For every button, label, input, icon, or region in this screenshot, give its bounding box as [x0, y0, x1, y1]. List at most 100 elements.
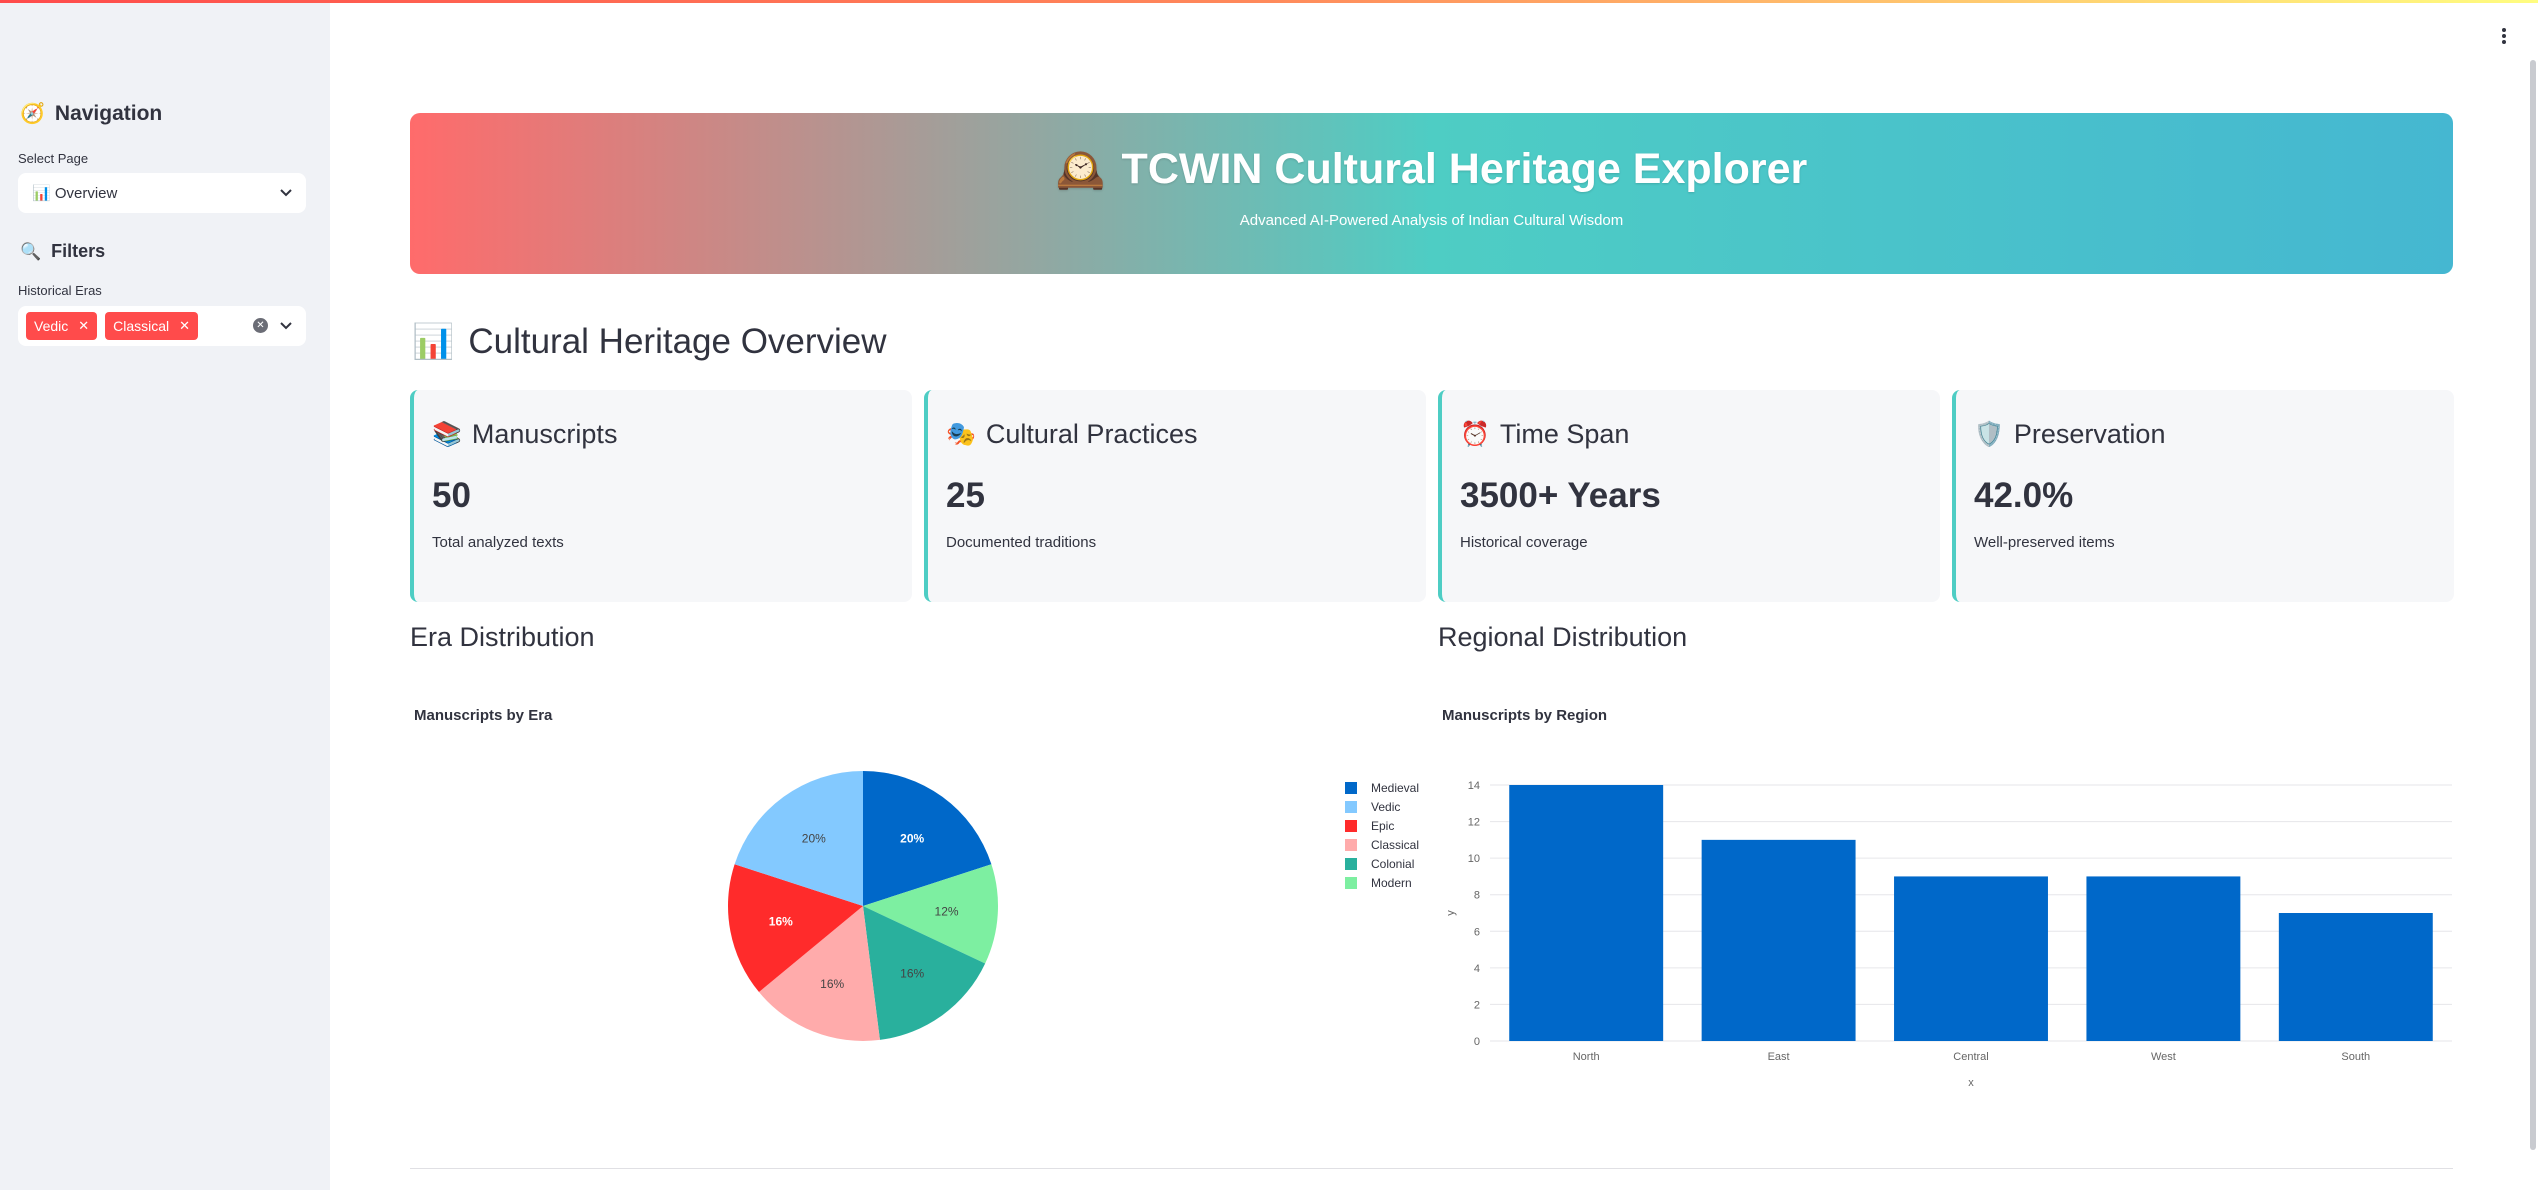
region-bar-chart[interactable]: 0 2 4 6 8 10 12 14 North East Central West South x y	[1430, 770, 2460, 1100]
legend-label: Epic	[1371, 818, 1395, 833]
page-select-value: 📊 Overview	[32, 185, 118, 202]
x-tick-label: North	[1573, 1051, 1600, 1063]
x-tick-label: East	[1768, 1051, 1790, 1063]
bar-chart-title: Manuscripts by Region	[1442, 707, 1608, 724]
metric-card-preservation: 🛡️ Preservation 42.0% Well-preserved item…	[1952, 390, 2454, 602]
pie-slice-label: 16%	[820, 977, 844, 991]
legend-swatch	[1345, 800, 1357, 813]
y-tick-label: 12	[1468, 817, 1480, 829]
sidebar: 🧭 Navigation Select Page 📊 Overview 🔍 Fi…	[0, 3, 330, 1190]
bottom-divider	[410, 1168, 2453, 1169]
pie-slice-label: 20%	[900, 831, 924, 845]
app-subtitle: Advanced AI-Powered Analysis of Indian C…	[1239, 212, 1624, 229]
legend-label: Medieval	[1371, 780, 1420, 795]
era-tag-label: Vedic	[34, 318, 69, 334]
navigation-heading: 🧭 Navigation	[20, 101, 162, 126]
overview-title-text: Cultural Heritage Overview	[468, 322, 887, 361]
y-tick-label: 8	[1474, 890, 1480, 902]
era-tag-vedic[interactable]: Vedic ✕	[26, 312, 98, 340]
y-tick-label: 10	[1468, 853, 1480, 865]
remove-tag-icon[interactable]: ✕	[78, 318, 89, 334]
remove-tag-icon[interactable]: ✕	[179, 318, 190, 334]
metric-title: Time Span	[1499, 418, 1630, 449]
era-tag-classical[interactable]: Classical ✕	[105, 312, 199, 340]
metric-title: Manuscripts	[471, 418, 618, 449]
legend-swatch	[1345, 781, 1357, 794]
bar-west[interactable]	[2086, 876, 2241, 1041]
x-tick-label: West	[2151, 1051, 2176, 1063]
page-select[interactable]: 📊 Overview	[18, 173, 306, 213]
compass-icon: 🧭	[20, 103, 45, 125]
scrollbar[interactable]	[2530, 60, 2536, 1150]
legend-label: Modern	[1371, 875, 1412, 890]
y-tick-label: 2	[1474, 999, 1480, 1011]
bar-north[interactable]	[1509, 785, 1664, 1041]
legend-label: Vedic	[1371, 799, 1401, 814]
y-tick-label: 0	[1474, 1036, 1480, 1048]
metric-title: Preservation	[2013, 418, 2166, 449]
hero-banner: 🕰️ TCWIN Cultural Heritage Explorer Adva…	[410, 113, 2453, 274]
metric-title: Cultural Practices	[985, 418, 1198, 449]
era-pie-chart[interactable]: 20% 12% 16% 16% 16% 20%	[700, 750, 1030, 1080]
pie-slice-label: 16%	[900, 967, 924, 981]
books-icon: 📚	[432, 420, 462, 448]
legend-item-vedic[interactable]: Vedic	[1345, 797, 1419, 816]
historical-eras-multiselect[interactable]: Vedic ✕ Classical ✕ ✕	[18, 306, 306, 346]
pie-slice-label: 20%	[802, 831, 826, 845]
metric-value: 3500+ Years	[1460, 476, 1661, 515]
y-tick-label: 4	[1474, 963, 1480, 975]
y-tick-label: 14	[1468, 780, 1480, 792]
app-title-text: TCWIN Cultural Heritage Explorer	[1121, 145, 1808, 193]
metric-card-manuscripts: 📚 Manuscripts 50 Total analyzed texts	[410, 390, 912, 602]
legend-swatch	[1345, 857, 1357, 870]
select-page-label: Select Page	[18, 151, 89, 166]
filters-heading-text: Filters	[51, 241, 106, 261]
legend-item-colonial[interactable]: Colonial	[1345, 854, 1419, 873]
metric-card-cultural-practices: 🎭 Cultural Practices 25 Documented tradit…	[924, 390, 1426, 602]
regional-distribution-heading: Regional Distribution	[1438, 622, 1688, 652]
overview-title: 📊 Cultural Heritage Overview	[412, 322, 887, 362]
metric-description: Total analyzed texts	[432, 534, 564, 551]
top-decoration-bar	[0, 0, 2538, 3]
metric-description: Well-preserved items	[1974, 534, 2115, 551]
chevron-down-icon	[280, 189, 292, 197]
era-distribution-heading: Era Distribution	[410, 622, 595, 652]
bar-central[interactable]	[1894, 876, 2048, 1041]
bar-east[interactable]	[1701, 839, 1856, 1041]
legend-item-medieval[interactable]: Medieval	[1345, 778, 1419, 797]
navigation-heading-text: Navigation	[54, 101, 163, 125]
filters-heading: 🔍 Filters	[20, 241, 105, 262]
theater-masks-icon: 🎭	[946, 420, 976, 448]
main-menu-icon[interactable]	[2502, 28, 2506, 46]
pie-chart-title: Manuscripts by Era	[414, 707, 553, 724]
metric-value: 42.0%	[1974, 476, 2074, 515]
legend-label: Classical	[1371, 837, 1420, 852]
app-title: 🕰️ TCWIN Cultural Heritage Explorer	[410, 145, 2453, 194]
legend-item-classical[interactable]: Classical	[1345, 835, 1419, 854]
metric-card-time-span: ⏰ Time Span 3500+ Years Historical covera…	[1438, 390, 1940, 602]
legend-swatch	[1345, 838, 1357, 851]
x-axis-label: x	[1968, 1077, 1974, 1089]
bar-south[interactable]	[2278, 913, 2433, 1041]
metric-description: Historical coverage	[1460, 534, 1588, 551]
shield-icon: 🛡️	[1974, 420, 2004, 448]
legend-label: Colonial	[1371, 856, 1415, 871]
legend-swatch	[1345, 819, 1357, 832]
magnifier-icon: 🔍	[20, 241, 42, 261]
era-tag-label: Classical	[113, 318, 170, 334]
legend-item-epic[interactable]: Epic	[1345, 816, 1419, 835]
metric-description: Documented traditions	[946, 534, 1097, 551]
y-tick-label: 6	[1474, 926, 1480, 938]
pie-slice-label: 12%	[935, 904, 959, 918]
bar-chart-icon: 📊	[412, 323, 455, 361]
chevron-down-icon[interactable]	[278, 317, 294, 333]
x-tick-label: Central	[1953, 1051, 1988, 1063]
clear-all-icon[interactable]: ✕	[253, 318, 268, 333]
metric-value: 25	[946, 476, 985, 515]
y-axis-label: y	[1445, 910, 1457, 916]
legend-swatch	[1345, 876, 1357, 889]
legend-item-modern[interactable]: Modern	[1345, 873, 1419, 892]
metric-value: 50	[432, 476, 471, 515]
pie-slice-label: 16%	[769, 915, 793, 929]
mantel-clock-icon: 🕰️	[1055, 148, 1106, 192]
